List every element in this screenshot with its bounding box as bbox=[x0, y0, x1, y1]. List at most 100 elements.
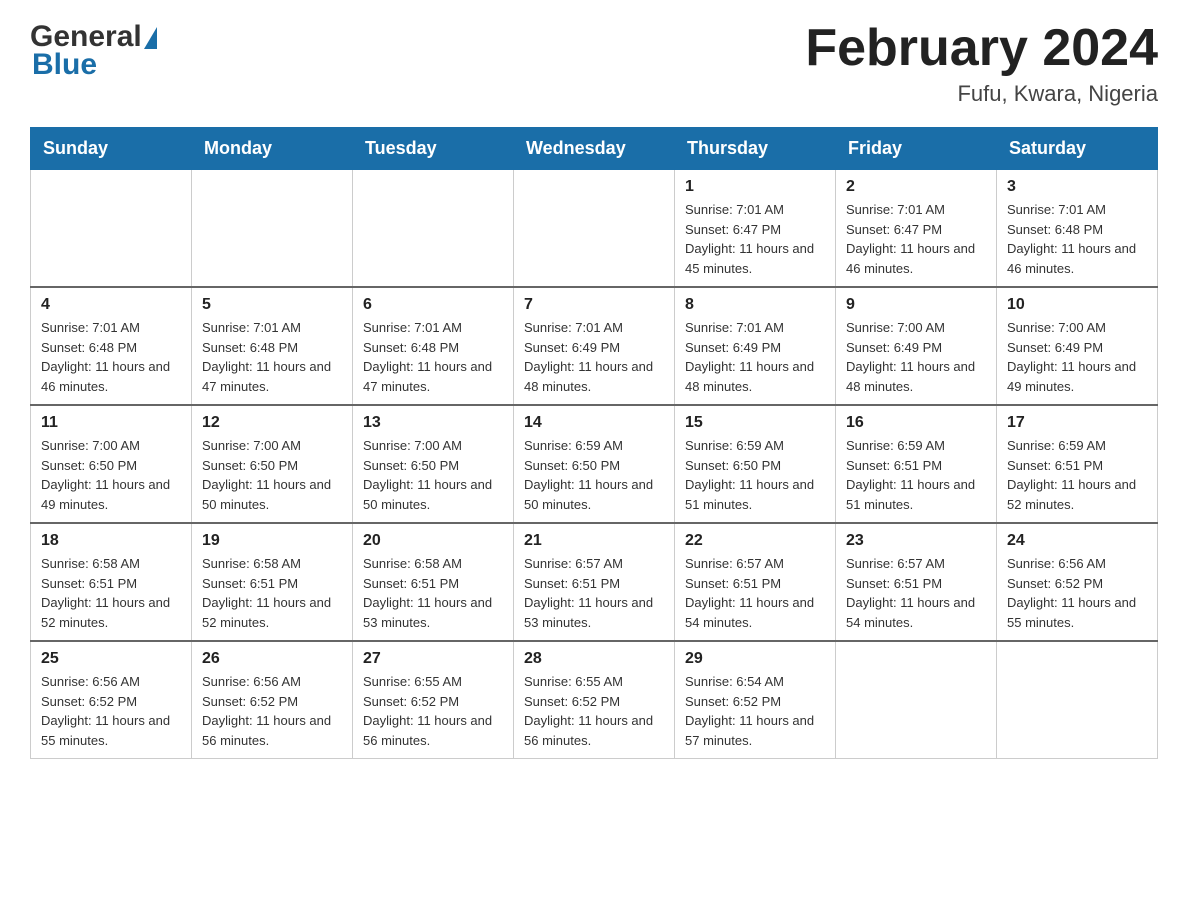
calendar-cell: 13 Sunrise: 7:00 AMSunset: 6:50 PMDayligh… bbox=[353, 405, 514, 523]
calendar-cell: 22 Sunrise: 6:57 AMSunset: 6:51 PMDayligh… bbox=[675, 523, 836, 641]
day-number: 28 bbox=[524, 650, 664, 668]
calendar-cell: 26 Sunrise: 6:56 AMSunset: 6:52 PMDayligh… bbox=[192, 641, 353, 759]
day-number: 13 bbox=[363, 414, 503, 432]
calendar-cell: 6Sunrise: 7:01 AMSunset: 6:48 PMDaylight… bbox=[353, 287, 514, 405]
weekday-header-monday: Monday bbox=[192, 128, 353, 170]
calendar-cell: 2 Sunrise: 7:01 AMSunset: 6:47 PMDaylight… bbox=[836, 170, 997, 288]
month-year-title: February 2024 bbox=[805, 20, 1158, 77]
day-info: Sunrise: 7:01 AMSunset: 6:49 PMDaylight:… bbox=[685, 318, 825, 396]
weekday-header-wednesday: Wednesday bbox=[514, 128, 675, 170]
day-number: 17 bbox=[1007, 414, 1147, 432]
day-number: 7 bbox=[524, 296, 664, 314]
day-number: 5 bbox=[202, 296, 342, 314]
day-number: 26 bbox=[202, 650, 342, 668]
calendar-week-row: 25 Sunrise: 6:56 AMSunset: 6:52 PMDayligh… bbox=[31, 641, 1158, 759]
calendar-header-row: SundayMondayTuesdayWednesdayThursdayFrid… bbox=[31, 128, 1158, 170]
logo: General Blue bbox=[30, 20, 157, 82]
calendar-cell: 24 Sunrise: 6:56 AMSunset: 6:52 PMDayligh… bbox=[997, 523, 1158, 641]
day-info: Sunrise: 6:58 AMSunset: 6:51 PMDaylight:… bbox=[202, 554, 342, 632]
weekday-header-tuesday: Tuesday bbox=[353, 128, 514, 170]
calendar-cell: 14 Sunrise: 6:59 AMSunset: 6:50 PMDayligh… bbox=[514, 405, 675, 523]
weekday-header-friday: Friday bbox=[836, 128, 997, 170]
day-info: Sunrise: 6:57 AMSunset: 6:51 PMDaylight:… bbox=[685, 554, 825, 632]
calendar-cell bbox=[31, 170, 192, 288]
day-info: Sunrise: 7:01 AMSunset: 6:48 PMDaylight:… bbox=[41, 318, 181, 396]
day-info: Sunrise: 6:55 AMSunset: 6:52 PMDaylight:… bbox=[363, 672, 503, 750]
day-number: 19 bbox=[202, 532, 342, 550]
calendar-cell: 9 Sunrise: 7:00 AMSunset: 6:49 PMDaylight… bbox=[836, 287, 997, 405]
day-info: Sunrise: 6:58 AMSunset: 6:51 PMDaylight:… bbox=[363, 554, 503, 632]
day-info: Sunrise: 7:01 AMSunset: 6:48 PMDaylight:… bbox=[1007, 200, 1147, 278]
logo-blue-text: Blue bbox=[32, 48, 97, 81]
day-number: 27 bbox=[363, 650, 503, 668]
day-info: Sunrise: 7:01 AMSunset: 6:47 PMDaylight:… bbox=[685, 200, 825, 278]
day-info: Sunrise: 6:56 AMSunset: 6:52 PMDaylight:… bbox=[202, 672, 342, 750]
calendar-cell: 3 Sunrise: 7:01 AMSunset: 6:48 PMDaylight… bbox=[997, 170, 1158, 288]
day-info: Sunrise: 7:01 AMSunset: 6:47 PMDaylight:… bbox=[846, 200, 986, 278]
day-number: 23 bbox=[846, 532, 986, 550]
calendar-cell bbox=[836, 641, 997, 759]
day-info: Sunrise: 7:00 AMSunset: 6:50 PMDaylight:… bbox=[363, 436, 503, 514]
day-info: Sunrise: 6:59 AMSunset: 6:50 PMDaylight:… bbox=[524, 436, 664, 514]
title-section: February 2024 Fufu, Kwara, Nigeria bbox=[805, 20, 1158, 107]
logo-triangle-icon bbox=[144, 27, 157, 49]
calendar-cell: 20 Sunrise: 6:58 AMSunset: 6:51 PMDayligh… bbox=[353, 523, 514, 641]
day-info: Sunrise: 7:01 AMSunset: 6:49 PMDaylight:… bbox=[524, 318, 664, 396]
day-number: 29 bbox=[685, 650, 825, 668]
weekday-header-thursday: Thursday bbox=[675, 128, 836, 170]
day-number: 9 bbox=[846, 296, 986, 314]
calendar-cell bbox=[997, 641, 1158, 759]
calendar-week-row: 18 Sunrise: 6:58 AMSunset: 6:51 PMDayligh… bbox=[31, 523, 1158, 641]
day-number: 21 bbox=[524, 532, 664, 550]
day-number: 3 bbox=[1007, 178, 1147, 196]
day-number: 14 bbox=[524, 414, 664, 432]
calendar-cell: 15 Sunrise: 6:59 AMSunset: 6:50 PMDayligh… bbox=[675, 405, 836, 523]
day-info: Sunrise: 7:00 AMSunset: 6:49 PMDaylight:… bbox=[846, 318, 986, 396]
day-number: 18 bbox=[41, 532, 181, 550]
weekday-header-sunday: Sunday bbox=[31, 128, 192, 170]
day-info: Sunrise: 6:55 AMSunset: 6:52 PMDaylight:… bbox=[524, 672, 664, 750]
day-number: 22 bbox=[685, 532, 825, 550]
day-info: Sunrise: 7:00 AMSunset: 6:49 PMDaylight:… bbox=[1007, 318, 1147, 396]
calendar-cell: 12Sunrise: 7:00 AMSunset: 6:50 PMDayligh… bbox=[192, 405, 353, 523]
day-info: Sunrise: 6:56 AMSunset: 6:52 PMDaylight:… bbox=[1007, 554, 1147, 632]
day-info: Sunrise: 6:58 AMSunset: 6:51 PMDaylight:… bbox=[41, 554, 181, 632]
day-number: 24 bbox=[1007, 532, 1147, 550]
calendar-cell: 27 Sunrise: 6:55 AMSunset: 6:52 PMDayligh… bbox=[353, 641, 514, 759]
day-number: 25 bbox=[41, 650, 181, 668]
calendar-cell: 10 Sunrise: 7:00 AMSunset: 6:49 PMDayligh… bbox=[997, 287, 1158, 405]
day-number: 15 bbox=[685, 414, 825, 432]
day-info: Sunrise: 6:59 AMSunset: 6:51 PMDaylight:… bbox=[846, 436, 986, 514]
day-number: 8 bbox=[685, 296, 825, 314]
day-info: Sunrise: 7:00 AMSunset: 6:50 PMDaylight:… bbox=[202, 436, 342, 514]
calendar-cell bbox=[514, 170, 675, 288]
calendar-week-row: 11 Sunrise: 7:00 AMSunset: 6:50 PMDayligh… bbox=[31, 405, 1158, 523]
calendar-cell: 19 Sunrise: 6:58 AMSunset: 6:51 PMDayligh… bbox=[192, 523, 353, 641]
calendar-cell: 21 Sunrise: 6:57 AMSunset: 6:51 PMDayligh… bbox=[514, 523, 675, 641]
calendar-cell bbox=[353, 170, 514, 288]
calendar-cell bbox=[192, 170, 353, 288]
calendar-table: SundayMondayTuesdayWednesdayThursdayFrid… bbox=[30, 127, 1158, 759]
day-number: 16 bbox=[846, 414, 986, 432]
calendar-week-row: 4 Sunrise: 7:01 AMSunset: 6:48 PMDaylight… bbox=[31, 287, 1158, 405]
calendar-week-row: 1 Sunrise: 7:01 AMSunset: 6:47 PMDaylight… bbox=[31, 170, 1158, 288]
day-info: Sunrise: 7:01 AMSunset: 6:48 PMDaylight:… bbox=[363, 318, 503, 396]
calendar-cell: 18 Sunrise: 6:58 AMSunset: 6:51 PMDayligh… bbox=[31, 523, 192, 641]
day-info: Sunrise: 7:01 AMSunset: 6:48 PMDaylight:… bbox=[202, 318, 342, 396]
day-info: Sunrise: 6:54 AMSunset: 6:52 PMDaylight:… bbox=[685, 672, 825, 750]
day-number: 1 bbox=[685, 178, 825, 196]
day-number: 20 bbox=[363, 532, 503, 550]
calendar-cell: 17Sunrise: 6:59 AMSunset: 6:51 PMDayligh… bbox=[997, 405, 1158, 523]
calendar-cell: 5 Sunrise: 7:01 AMSunset: 6:48 PMDaylight… bbox=[192, 287, 353, 405]
day-number: 4 bbox=[41, 296, 181, 314]
calendar-cell: 29 Sunrise: 6:54 AMSunset: 6:52 PMDayligh… bbox=[675, 641, 836, 759]
day-number: 2 bbox=[846, 178, 986, 196]
calendar-cell: 23Sunrise: 6:57 AMSunset: 6:51 PMDayligh… bbox=[836, 523, 997, 641]
calendar-cell: 16 Sunrise: 6:59 AMSunset: 6:51 PMDayligh… bbox=[836, 405, 997, 523]
day-info: Sunrise: 6:57 AMSunset: 6:51 PMDaylight:… bbox=[524, 554, 664, 632]
calendar-cell: 11Sunrise: 7:00 AMSunset: 6:50 PMDayligh… bbox=[31, 405, 192, 523]
day-info: Sunrise: 6:59 AMSunset: 6:50 PMDaylight:… bbox=[685, 436, 825, 514]
day-number: 10 bbox=[1007, 296, 1147, 314]
calendar-cell: 25Sunrise: 6:56 AMSunset: 6:52 PMDayligh… bbox=[31, 641, 192, 759]
day-number: 11 bbox=[41, 414, 181, 432]
